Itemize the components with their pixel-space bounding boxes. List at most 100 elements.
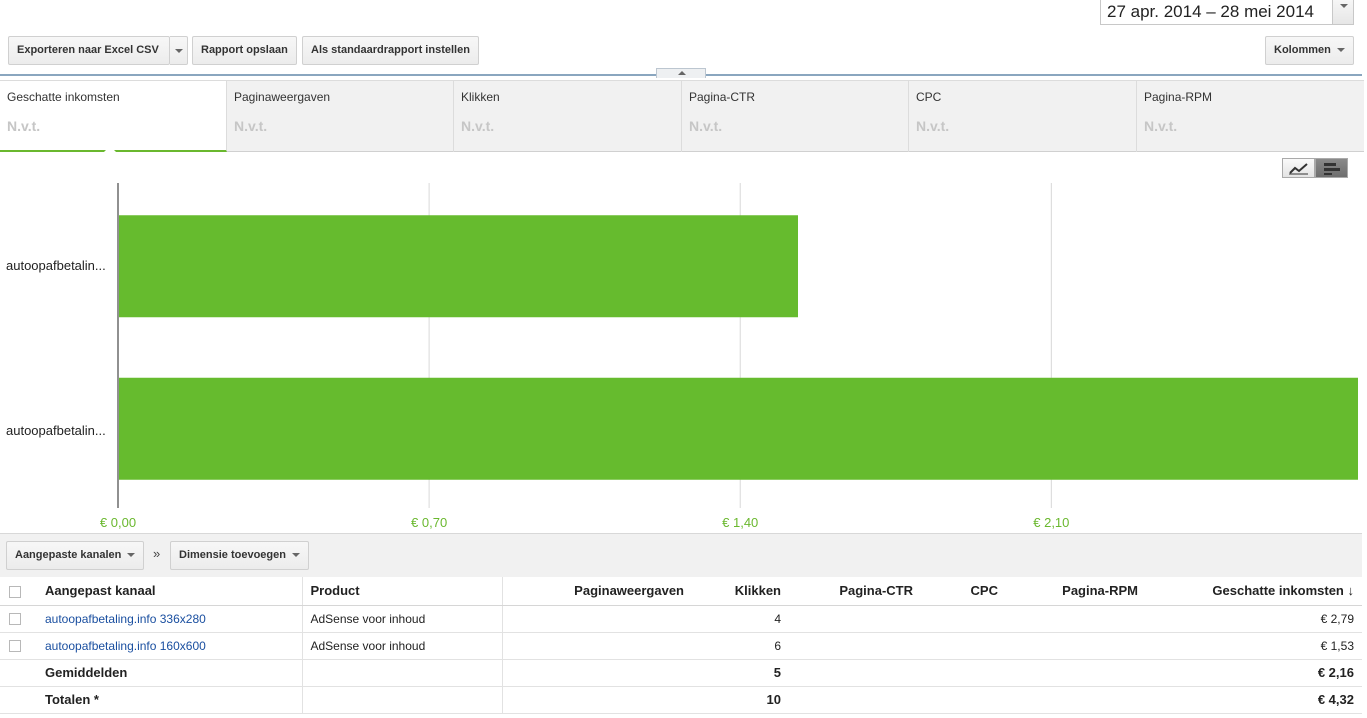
metric-label: Klikken bbox=[461, 90, 500, 104]
metric-value: N.v.t. bbox=[1144, 118, 1178, 134]
tab-pageviews[interactable]: Paginaweergaven N.v.t. bbox=[227, 81, 454, 152]
rpm-cell bbox=[1006, 659, 1146, 687]
export-dropdown-button[interactable] bbox=[170, 36, 188, 65]
row-checkbox-cell[interactable] bbox=[0, 605, 37, 633]
channel-link[interactable]: autoopafbetaling.info 160x600 bbox=[37, 632, 302, 660]
pageviews-cell bbox=[501, 632, 704, 660]
chevron-down-icon bbox=[1340, 4, 1348, 8]
metric-value: N.v.t. bbox=[916, 118, 950, 134]
tab-clicks[interactable]: Klikken N.v.t. bbox=[454, 81, 682, 152]
tab-estimated-earnings[interactable]: Geschatte inkomsten N.v.t. bbox=[0, 81, 227, 152]
breadcrumb-separator: » bbox=[153, 546, 161, 561]
header-product[interactable]: Product bbox=[301, 577, 502, 606]
row-checkbox[interactable] bbox=[9, 640, 21, 653]
clicks-cell: 4 bbox=[704, 605, 789, 633]
bar-category-label: autoopafbetalin... bbox=[6, 258, 106, 273]
header-channel[interactable]: Aangepast kanaal bbox=[37, 577, 302, 606]
rpm-cell bbox=[1006, 605, 1146, 633]
table-row: autoopafbetaling.info 336x280 AdSense vo… bbox=[0, 605, 1362, 633]
ctr-cell bbox=[789, 605, 921, 633]
row-checkbox-cell[interactable] bbox=[0, 632, 37, 660]
table-header-row: Aangepast kanaal Product Paginaweergaven… bbox=[0, 577, 1362, 606]
export-csv-label: Exporteren naar Excel CSV bbox=[17, 44, 159, 56]
x-tick-label: € 0,00 bbox=[100, 515, 136, 530]
x-tick-label: € 2,10 bbox=[1033, 515, 1069, 530]
header-estimated-earnings[interactable]: Geschatte inkomsten ↓ bbox=[1146, 577, 1362, 606]
tab-page-rpm[interactable]: Pagina-RPM N.v.t. bbox=[1137, 81, 1364, 152]
chevron-down-icon bbox=[1336, 48, 1345, 53]
cpc-cell bbox=[921, 659, 1006, 687]
chart-bar[interactable] bbox=[119, 377, 1358, 480]
clicks-cell: 10 bbox=[704, 686, 789, 714]
table-row: autoopafbetaling.info 160x600 AdSense vo… bbox=[0, 632, 1362, 660]
metric-value: N.v.t. bbox=[461, 118, 495, 134]
active-tab-notch bbox=[104, 146, 116, 152]
metric-label: Pagina-CTR bbox=[689, 90, 756, 104]
metric-value: N.v.t. bbox=[7, 118, 41, 134]
set-default-report-button[interactable]: Als standaardrapport instellen bbox=[302, 36, 479, 65]
bar-chart: € 0,00 € 0,70 € 1,40 € 2,10 bbox=[100, 183, 1358, 530]
dimension-label: Aangepaste kanalen bbox=[15, 549, 122, 561]
header-page-rpm[interactable]: Pagina-RPM bbox=[1006, 577, 1146, 606]
save-report-label: Rapport opslaan bbox=[201, 44, 288, 56]
date-range-picker[interactable]: 27 apr. 2014 – 28 mei 2014 bbox=[1100, 0, 1333, 25]
metric-label: CPC bbox=[916, 90, 942, 104]
earnings-cell: € 2,79 bbox=[1146, 605, 1362, 633]
add-dimension-dropdown[interactable]: Dimensie toevoegen bbox=[170, 541, 309, 570]
select-all-checkbox[interactable] bbox=[9, 585, 21, 598]
product-cell: AdSense voor inhoud bbox=[301, 632, 502, 660]
metric-label: Pagina-RPM bbox=[1144, 90, 1213, 104]
earnings-cell: € 4,32 bbox=[1146, 686, 1362, 714]
ctr-cell bbox=[789, 659, 921, 687]
product-cell: AdSense voor inhoud bbox=[301, 605, 502, 633]
columns-button[interactable]: Kolommen bbox=[1265, 36, 1354, 65]
pageviews-cell bbox=[501, 659, 704, 687]
channel-link[interactable]: autoopafbetaling.info 336x280 bbox=[37, 605, 302, 633]
tab-page-ctr[interactable]: Pagina-CTR N.v.t. bbox=[682, 81, 909, 152]
empty-cell bbox=[0, 686, 37, 714]
header-page-ctr[interactable]: Pagina-CTR bbox=[789, 577, 921, 606]
x-tick-label: € 0,70 bbox=[411, 515, 447, 530]
dimension-dropdown[interactable]: Aangepaste kanalen bbox=[6, 541, 145, 570]
select-all-checkbox-cell[interactable] bbox=[0, 577, 37, 606]
export-csv-button[interactable]: Exporteren naar Excel CSV bbox=[8, 36, 170, 65]
cpc-cell bbox=[921, 686, 1006, 714]
x-tick-label: € 1,40 bbox=[722, 515, 758, 530]
tab-cpc[interactable]: CPC N.v.t. bbox=[909, 81, 1137, 152]
clicks-cell: 5 bbox=[704, 659, 789, 687]
chevron-down-icon bbox=[291, 553, 300, 558]
ctr-cell bbox=[789, 686, 921, 714]
averages-row: Gemiddelden 5 € 2,16 bbox=[0, 659, 1362, 687]
header-cpc[interactable]: CPC bbox=[921, 577, 1006, 606]
collapse-toggle[interactable] bbox=[656, 68, 706, 78]
header-clicks[interactable]: Klikken bbox=[704, 577, 789, 606]
ctr-cell bbox=[789, 632, 921, 660]
row-checkbox[interactable] bbox=[9, 613, 21, 626]
columns-label: Kolommen bbox=[1274, 44, 1331, 56]
product-cell bbox=[301, 686, 502, 714]
metric-label: Paginaweergaven bbox=[234, 90, 331, 104]
report-table: Aangepast kanaal Product Paginaweergaven… bbox=[0, 577, 1362, 714]
set-default-report-label: Als standaardrapport instellen bbox=[311, 44, 470, 56]
bar-category-label: autoopafbetalin... bbox=[6, 423, 106, 438]
averages-label: Gemiddelden bbox=[37, 659, 302, 687]
chevron-up-icon bbox=[678, 71, 686, 75]
pageviews-cell bbox=[501, 605, 704, 633]
chart-bar[interactable] bbox=[119, 215, 798, 318]
chevron-down-icon bbox=[175, 49, 183, 53]
chevron-down-icon bbox=[127, 553, 136, 558]
clicks-cell: 6 bbox=[704, 632, 789, 660]
save-report-button[interactable]: Rapport opslaan bbox=[192, 36, 297, 65]
earnings-cell: € 1,53 bbox=[1146, 632, 1362, 660]
header-pageviews[interactable]: Paginaweergaven bbox=[501, 577, 704, 606]
rpm-cell bbox=[1006, 632, 1146, 660]
metric-label: Geschatte inkomsten bbox=[7, 90, 120, 104]
totals-label: Totalen * bbox=[37, 686, 302, 714]
cpc-cell bbox=[921, 605, 1006, 633]
empty-cell bbox=[0, 659, 37, 687]
date-range-dropdown-button[interactable] bbox=[1332, 0, 1354, 25]
metric-value: N.v.t. bbox=[689, 118, 723, 134]
pageviews-cell bbox=[501, 686, 704, 714]
metric-tabs: Geschatte inkomsten N.v.t. Paginaweergav… bbox=[0, 80, 1364, 152]
metric-value: N.v.t. bbox=[234, 118, 268, 134]
